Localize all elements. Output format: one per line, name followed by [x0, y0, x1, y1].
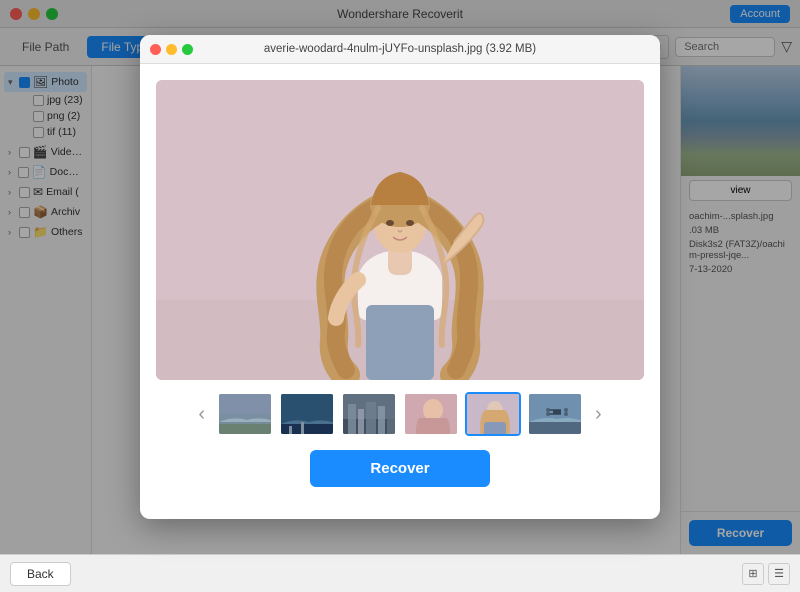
- thumb-fill-2: [281, 394, 333, 434]
- thumbnail-6[interactable]: [527, 392, 583, 436]
- list-view-button[interactable]: ☰: [768, 563, 790, 585]
- preview-modal: averie-woodard-4nulm-jUYFo-unsplash.jpg …: [140, 35, 660, 519]
- thumbnail-strip: ‹: [156, 392, 644, 436]
- thumb-svg-6: [529, 394, 583, 436]
- thumbnail-4[interactable]: [403, 392, 459, 436]
- thumbnail-1[interactable]: [217, 392, 273, 436]
- grid-view-button[interactable]: ⊞: [742, 563, 764, 585]
- modal-header: averie-woodard-4nulm-jUYFo-unsplash.jpg …: [140, 35, 660, 64]
- modal-max-dot[interactable]: [182, 44, 193, 55]
- thumb-fill-6: [529, 394, 581, 434]
- modal-footer: Recover: [156, 450, 644, 503]
- prev-thumbnail-button[interactable]: ‹: [192, 399, 211, 430]
- modal-close-dot[interactable]: [150, 44, 161, 55]
- modal-min-dot[interactable]: [166, 44, 177, 55]
- thumb-svg-4: [405, 394, 459, 436]
- thumb-fill-5: [467, 394, 519, 434]
- thumb-fill-1: [219, 394, 271, 434]
- thumb-svg-2: [281, 394, 335, 436]
- thumbnail-2[interactable]: [279, 392, 335, 436]
- thumbnail-3[interactable]: [341, 392, 397, 436]
- modal-body: ‹: [140, 64, 660, 519]
- modal-dots: [150, 44, 193, 55]
- thumbnail-5[interactable]: [465, 392, 521, 436]
- thumb-svg-1: [219, 394, 273, 436]
- recover-button-modal[interactable]: Recover: [310, 450, 489, 487]
- thumb-fill-3: [343, 394, 395, 434]
- modal-image-container: [156, 80, 644, 380]
- modal-title: averie-woodard-4nulm-jUYFo-unsplash.jpg …: [264, 43, 536, 55]
- view-icons: ⊞ ☰: [742, 563, 790, 585]
- next-thumbnail-button[interactable]: ›: [589, 399, 608, 430]
- thumb-svg-3: [343, 394, 397, 436]
- back-button[interactable]: Back: [10, 562, 71, 586]
- bottom-toolbar: Back ⊞ ☰: [0, 554, 800, 592]
- thumb-svg-5: [467, 394, 521, 436]
- modal-overlay: averie-woodard-4nulm-jUYFo-unsplash.jpg …: [0, 0, 800, 554]
- thumb-fill-4: [405, 394, 457, 434]
- preview-svg: [156, 80, 644, 380]
